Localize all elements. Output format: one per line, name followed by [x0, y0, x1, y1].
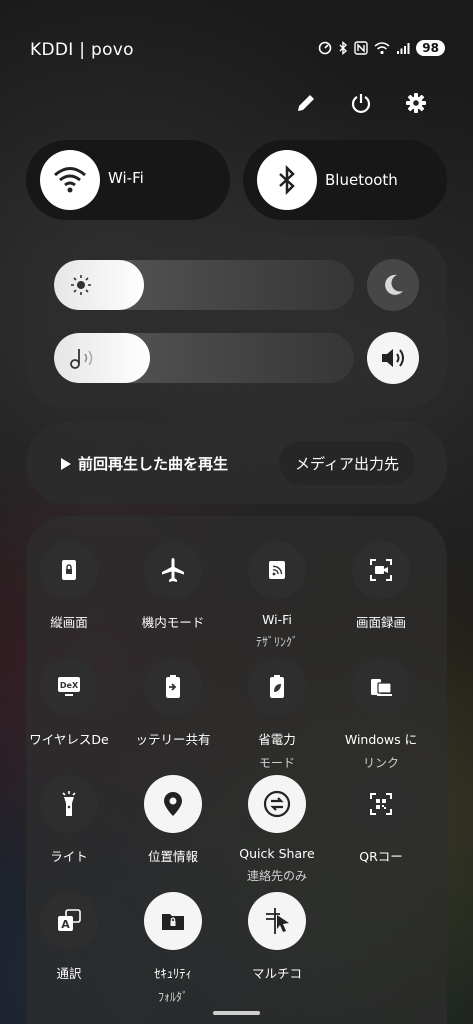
moon-icon	[385, 274, 403, 295]
tile-sublabel: モード	[258, 756, 295, 770]
tile-airplane[interactable]: 機内モード	[123, 541, 223, 631]
wifi-circle	[40, 150, 100, 210]
bluetooth-label: Bluetooth	[325, 171, 398, 189]
quick-share-icon	[248, 775, 306, 833]
wifi-toggle[interactable]: Wi-Fi	[26, 140, 230, 220]
battery-share-icon	[144, 658, 202, 716]
quick-settings-grid: 縦画面 機内モード Wi-Fi ﾃｻﾞﾘﾝｸﾞ 画面録画 DeX ワイヤレスDe ッテリー共有…	[26, 541, 447, 1011]
tile-flashlight[interactable]: ライト	[19, 775, 119, 865]
volume-slider[interactable]	[54, 333, 354, 383]
tile-label: ｾｷｭﾘﾃｨ	[154, 966, 192, 981]
tile-hotspot[interactable]: Wi-Fi ﾃｻﾞﾘﾝｸﾞ	[227, 541, 327, 650]
tile-label: マルチコ	[251, 966, 302, 981]
tile-power-saving[interactable]: 省電力 モード	[227, 658, 327, 771]
hotspot-icon	[248, 541, 306, 599]
qr-code-icon	[352, 775, 410, 833]
sliders-panel	[26, 236, 447, 408]
gear-icon	[406, 93, 426, 113]
portrait-lock-icon	[40, 541, 98, 599]
tile-interpreter[interactable]: A 通訳	[19, 892, 119, 982]
play-last-track[interactable]: 前回再生した曲を再生	[60, 453, 228, 474]
speaker-icon	[382, 349, 404, 367]
dex-icon: DeX	[40, 658, 98, 716]
tile-label: ライト	[50, 849, 88, 864]
music-note-icon	[70, 349, 93, 369]
tile-label: 通訳	[56, 966, 82, 981]
secure-folder-icon	[144, 892, 202, 950]
tile-quick-share[interactable]: Quick Share 連絡先のみ	[227, 775, 327, 884]
tile-qr-code[interactable]: QRコー	[331, 775, 431, 865]
tile-portrait-lock[interactable]: 縦画面	[19, 541, 119, 631]
media-output-label: メディア出力先	[295, 454, 399, 473]
tile-multi-control[interactable]: マルチコ	[227, 892, 327, 982]
nfc-icon	[354, 41, 368, 55]
media-output-button[interactable]: メディア出力先	[279, 441, 415, 485]
tile-secure-folder[interactable]: ｾｷｭﾘﾃｨ ﾌｫﾙﾀﾞ	[123, 892, 223, 1005]
media-panel: 前回再生した曲を再生 メディア出力先	[26, 422, 447, 504]
tile-label: 機内モード	[141, 615, 205, 630]
interpreter-icon: A	[40, 892, 98, 950]
svg-text:A: A	[61, 918, 70, 931]
night-mode-button[interactable]	[367, 259, 419, 311]
tile-link-to-windows[interactable]: Windows にリンク	[331, 658, 431, 771]
multi-control-icon	[248, 892, 306, 950]
power-saving-icon	[248, 658, 306, 716]
sound-mode-button[interactable]	[367, 332, 419, 384]
tile-sublabel: ﾃｻﾞﾘﾝｸﾞ	[255, 635, 298, 649]
power-button[interactable]	[347, 89, 375, 117]
wifi-icon	[54, 167, 86, 193]
signal-icon	[397, 42, 410, 54]
brightness-slider[interactable]	[54, 260, 354, 310]
power-icon	[351, 94, 371, 114]
flashlight-icon	[40, 775, 98, 833]
tile-label: ッテリー共有	[135, 732, 211, 747]
bluetooth-status-icon	[339, 41, 348, 55]
tile-sublabel: ﾌｫﾙﾀﾞ	[157, 990, 188, 1004]
play-icon	[61, 457, 71, 470]
tile-label: Wi-Fi	[262, 612, 292, 627]
data-saver-icon	[318, 41, 332, 55]
tile-label: QRコー	[359, 849, 403, 864]
drag-handle[interactable]	[213, 1011, 260, 1015]
svg-text:DeX: DeX	[60, 681, 79, 690]
status-icons: 98	[318, 40, 445, 56]
bluetooth-circle	[257, 150, 317, 210]
tile-label: 省電力	[258, 732, 296, 747]
tile-battery-share[interactable]: ッテリー共有	[123, 658, 223, 748]
wifi-status-icon	[374, 41, 390, 54]
tile-label: 位置情報	[147, 849, 198, 864]
tile-label: Quick Share	[239, 846, 315, 861]
settings-button[interactable]	[402, 89, 430, 117]
play-last-track-label: 前回再生した曲を再生	[78, 455, 229, 473]
location-icon	[144, 775, 202, 833]
tile-label: Windows に	[344, 732, 418, 747]
tile-label: ワイヤレスDe	[29, 732, 109, 747]
wifi-label: Wi-Fi	[108, 169, 144, 187]
carrier-label: KDDI | povo	[30, 40, 134, 60]
tile-label: 縦画面	[50, 615, 88, 630]
bluetooth-icon	[279, 165, 295, 195]
tile-sublabel: リンク	[362, 756, 399, 770]
pencil-icon	[298, 95, 314, 111]
tile-location[interactable]: 位置情報	[123, 775, 223, 865]
battery-badge: 98	[416, 40, 445, 56]
tile-dex[interactable]: DeX ワイヤレスDe	[19, 658, 119, 748]
sun-icon	[71, 275, 91, 295]
screen-record-icon	[352, 541, 410, 599]
link-to-windows-icon	[352, 658, 410, 716]
bluetooth-toggle[interactable]: Bluetooth	[243, 140, 447, 220]
tile-screen-record[interactable]: 画面録画	[331, 541, 431, 631]
tile-label: 画面録画	[355, 615, 406, 630]
tile-sublabel: 連絡先のみ	[246, 869, 307, 883]
edit-button[interactable]	[292, 89, 320, 117]
airplane-icon	[144, 541, 202, 599]
